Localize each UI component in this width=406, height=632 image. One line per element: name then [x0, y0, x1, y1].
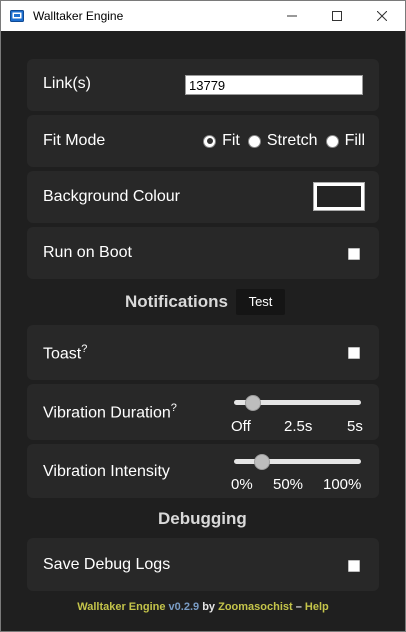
fit-mode-option-fill[interactable]: Fill [325, 132, 365, 150]
vibration-duration-help-icon[interactable]: ? [171, 402, 177, 414]
vibration-intensity-card: Vibration Intensity 0% 50% 100% [27, 444, 379, 498]
vibration-duration-tick-off: Off [231, 418, 251, 435]
vibration-intensity-tick-min: 0% [231, 476, 253, 493]
toast-label: Toast? [43, 343, 87, 363]
footer-author-link[interactable]: Zoomasochist [218, 601, 293, 613]
background-colour-label: Background Colour [43, 188, 180, 205]
fit-mode-label: Fit Mode [43, 132, 106, 149]
title-bar[interactable]: Walltaker Engine [1, 1, 405, 31]
toast-label-text: Toast [43, 345, 82, 363]
footer: Walltaker Engine v0.2.9 by Zoomasochist … [1, 601, 405, 613]
minimize-button[interactable] [269, 1, 315, 31]
vibration-intensity-slider-thumb[interactable] [253, 454, 270, 470]
vibration-intensity-tick-mid: 50% [273, 476, 304, 493]
radio-stretch[interactable] [247, 134, 261, 148]
fit-mode-option-stretch[interactable]: Stretch [247, 132, 318, 150]
fit-mode-options: Fit Stretch Fill [195, 132, 365, 150]
toast-help-icon[interactable]: ? [81, 343, 87, 355]
close-button[interactable] [359, 1, 405, 31]
footer-app-name: Walltaker Engine [77, 601, 166, 613]
run-on-boot-checkbox[interactable] [348, 248, 360, 260]
minimize-icon [287, 15, 297, 17]
background-colour-card: Background Colour [27, 171, 379, 223]
link-card: Link(s) [27, 59, 379, 111]
toast-checkbox[interactable] [348, 347, 360, 359]
link-label: Link(s) [43, 75, 92, 92]
maximize-icon [332, 11, 342, 21]
vibration-duration-label: Vibration Duration? [43, 402, 177, 422]
run-on-boot-card: Run on Boot [27, 227, 379, 279]
run-on-boot-label: Run on Boot [43, 244, 132, 261]
save-debug-logs-label: Save Debug Logs [43, 556, 171, 573]
close-icon [377, 11, 387, 21]
debugging-heading: Debugging [158, 509, 247, 528]
test-notification-button[interactable]: Test [236, 289, 285, 315]
radio-fit-label: Fit [222, 132, 240, 149]
notifications-heading: Notifications [125, 292, 228, 311]
vibration-duration-slider-thumb[interactable] [245, 395, 262, 411]
vibration-duration-card: Vibration Duration? Off 2.5s 5s [27, 384, 379, 440]
app-logo-icon [10, 10, 24, 22]
footer-separator: – [295, 601, 302, 613]
settings-panel: Link(s) Fit Mode Fit Stretch Fill [1, 31, 405, 631]
vibration-duration-label-text: Vibration Duration [43, 404, 171, 422]
vibration-intensity-label: Vibration Intensity [43, 463, 170, 480]
footer-by: by [202, 601, 216, 613]
toast-card: Toast? [27, 325, 379, 380]
footer-help-link[interactable]: Help [305, 601, 329, 613]
window-title: Walltaker Engine [33, 9, 124, 23]
vibration-duration-tick-mid: 2.5s [284, 418, 313, 435]
footer-version: v0.2.9 [168, 601, 200, 613]
maximize-button[interactable] [314, 1, 360, 31]
vibration-intensity-tick-max: 100% [323, 476, 362, 493]
vibration-duration-tick-max: 5s [347, 418, 363, 435]
save-debug-logs-card: Save Debug Logs [27, 538, 379, 591]
app-window: Walltaker Engine Link(s) Fit Mode [0, 0, 406, 632]
radio-stretch-label: Stretch [266, 132, 318, 149]
fit-mode-card: Fit Mode Fit Stretch Fill [27, 115, 379, 167]
radio-fit[interactable] [203, 134, 217, 148]
radio-fill[interactable] [325, 134, 339, 148]
background-colour-swatch[interactable] [314, 183, 364, 210]
fit-mode-option-fit[interactable]: Fit [203, 132, 240, 150]
save-debug-logs-checkbox[interactable] [348, 560, 360, 572]
link-input[interactable] [185, 75, 363, 95]
radio-fill-label: Fill [344, 132, 365, 149]
